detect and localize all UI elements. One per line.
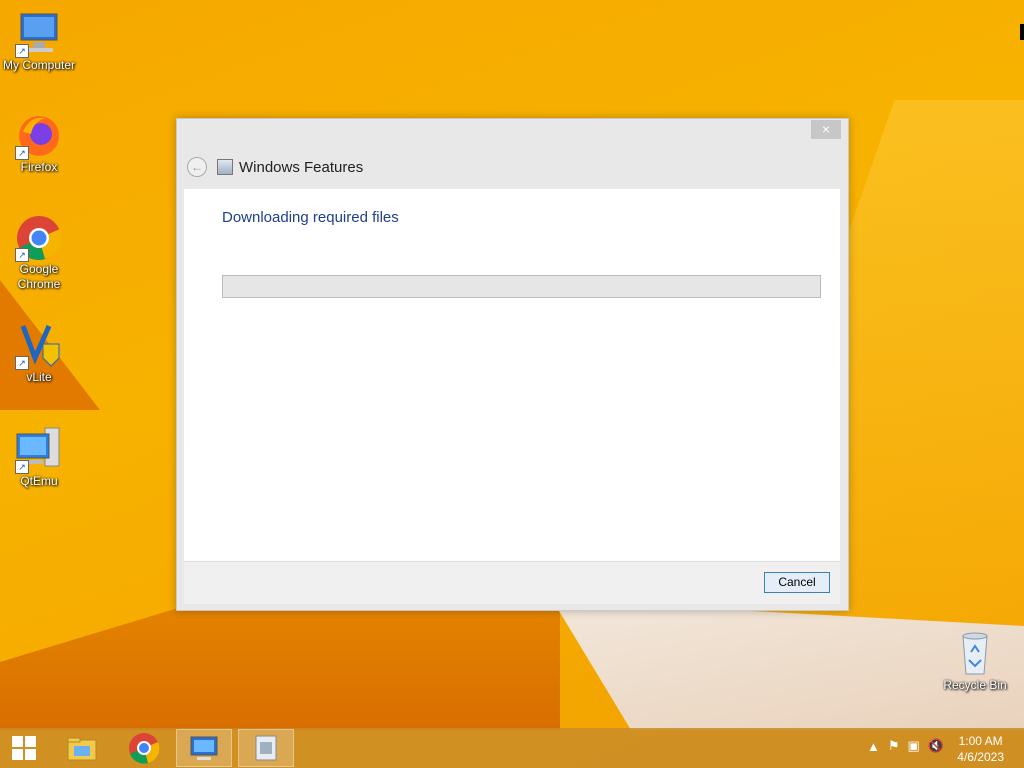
- shortcut-arrow-icon: ↗: [15, 460, 29, 474]
- clock-date: 4/6/2023: [957, 750, 1004, 764]
- mouse-cursor-icon: [1020, 24, 1024, 40]
- windows-logo-icon: [12, 736, 36, 760]
- taskbar: ▲ ⚑ ▣ 🔇 1:00 AM 4/6/2023: [0, 728, 1024, 768]
- windows-features-icon: [255, 735, 277, 761]
- shortcut-arrow-icon: ↗: [15, 146, 29, 160]
- desktop-icon-my-computer[interactable]: ↗ My Computer: [0, 10, 78, 73]
- qtemu-icon: ↗: [15, 426, 63, 474]
- desktop-icon-recycle-bin[interactable]: Recycle Bin: [936, 630, 1014, 693]
- progress-bar: [222, 275, 821, 298]
- desktop-icon-vlite[interactable]: ↗ vLite: [0, 322, 78, 385]
- shortcut-arrow-icon: ↗: [15, 44, 29, 58]
- windows-features-dialog: × ← Windows Features Downloading require…: [176, 118, 849, 611]
- status-heading: Downloading required files: [222, 209, 399, 226]
- shortcut-arrow-icon: ↗: [15, 248, 29, 262]
- chrome-icon: ↗: [15, 214, 63, 262]
- taskbar-app-1[interactable]: [176, 729, 232, 767]
- back-button[interactable]: ←: [187, 157, 207, 177]
- taskbar-windows-features[interactable]: [238, 729, 294, 767]
- volume-muted-icon[interactable]: 🔇: [928, 738, 944, 754]
- action-center-flag-icon[interactable]: ⚑: [888, 738, 900, 754]
- desktop-icon-label: vLite: [26, 370, 52, 384]
- dialog-content: Downloading required files: [184, 189, 840, 561]
- clock-time: 1:00 AM: [958, 734, 1003, 748]
- network-icon[interactable]: ▣: [908, 738, 920, 754]
- computer-icon: ↗: [15, 10, 63, 58]
- dialog-title: Windows Features: [239, 158, 364, 176]
- desktop-icon-firefox[interactable]: ↗ Firefox: [0, 112, 78, 175]
- close-button[interactable]: ×: [811, 120, 841, 139]
- desktop-icon-label: My Computer: [2, 58, 76, 72]
- desktop-app-icon: [190, 736, 218, 760]
- desktop-icon-label: QtEmu: [20, 474, 58, 488]
- system-tray: ▲ ⚑ ▣ 🔇: [867, 738, 944, 754]
- desktop-icon-qtemu[interactable]: ↗ QtEmu: [0, 426, 78, 489]
- recycle-bin-icon: [951, 630, 999, 678]
- firefox-icon: ↗: [15, 112, 63, 160]
- desktop-icon-label: Recycle Bin: [943, 678, 1007, 692]
- cancel-button[interactable]: Cancel: [764, 572, 830, 593]
- desktop-icon-label: Firefox: [20, 160, 58, 174]
- desktop-icon-google-chrome[interactable]: ↗ Google Chrome: [0, 214, 78, 292]
- desktop-icon-label: Google Chrome: [17, 262, 61, 291]
- vlite-icon: ↗: [15, 322, 63, 370]
- folder-icon: [67, 737, 97, 761]
- dialog-titlebar: ← Windows Features: [187, 155, 363, 179]
- start-button[interactable]: [0, 729, 48, 767]
- show-hidden-icons-icon[interactable]: ▲: [867, 739, 880, 754]
- clock[interactable]: 1:00 AM 4/6/2023: [957, 733, 1004, 765]
- chrome-icon: [129, 733, 160, 764]
- taskbar-file-explorer[interactable]: [54, 729, 110, 767]
- dialog-footer: Cancel: [184, 561, 840, 604]
- shortcut-arrow-icon: ↗: [15, 356, 29, 370]
- taskbar-chrome[interactable]: [116, 729, 172, 767]
- windows-features-icon: [217, 159, 233, 175]
